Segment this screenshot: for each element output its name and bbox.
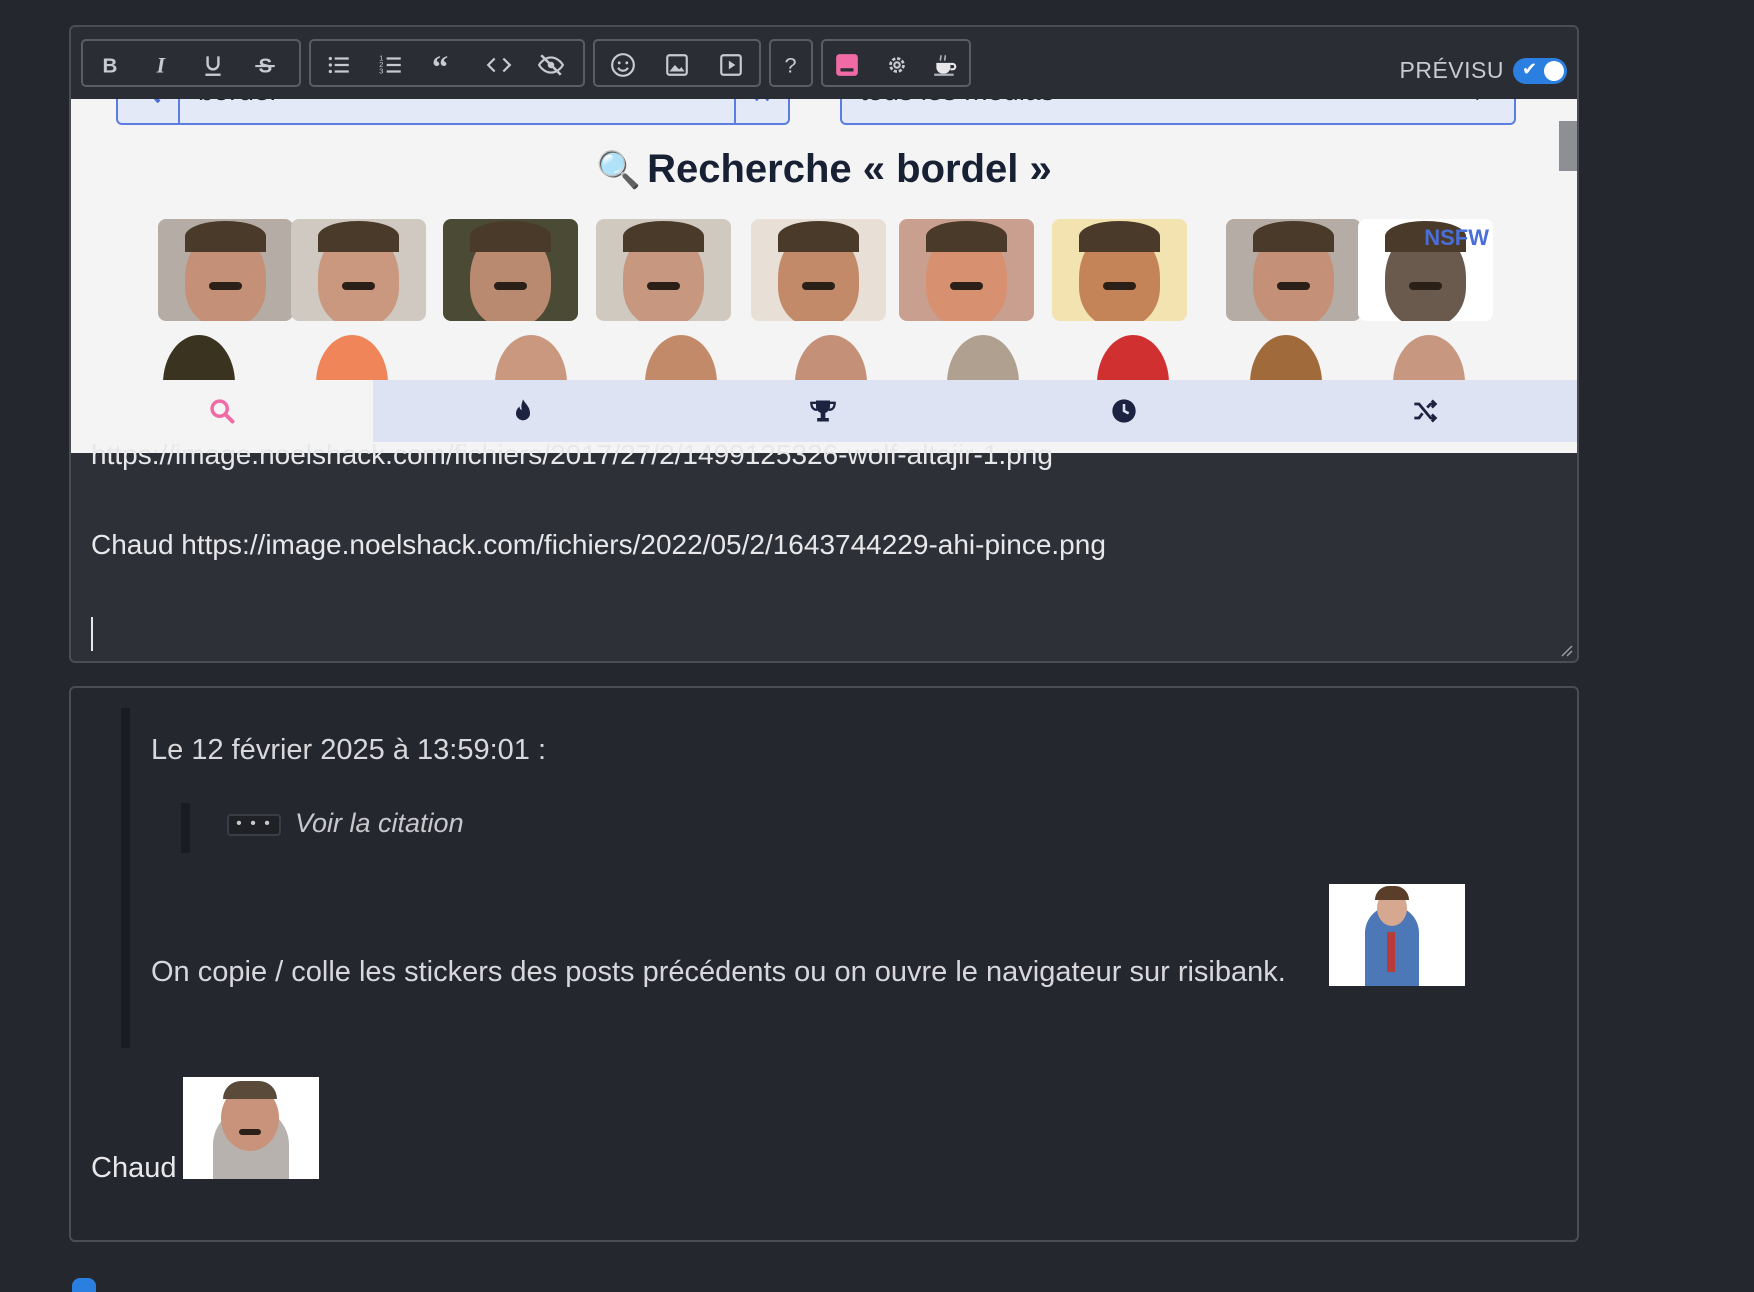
underline-icon[interactable]: [195, 48, 231, 82]
expand-quote-button[interactable]: • • •: [227, 814, 281, 836]
toolbar-group-extensions: [821, 39, 971, 87]
video-icon[interactable]: [713, 48, 749, 82]
toolbar-group-formatting: B I S: [81, 39, 301, 87]
bullet-list-icon[interactable]: [321, 48, 357, 82]
strikethrough-icon[interactable]: S: [247, 48, 283, 82]
coffee-icon[interactable]: [927, 48, 963, 82]
search-icon: [210, 399, 235, 424]
sticker-picker: bordel ✕ tous les médias ⌄ 🔍Recherche « …: [71, 99, 1577, 453]
sticker-tie: [1387, 932, 1395, 972]
clear-search-icon[interactable]: ✕: [734, 99, 788, 123]
picker-scrollbar[interactable]: [1559, 121, 1577, 171]
media-filter-value: tous les médias: [860, 99, 1055, 107]
sticker-result[interactable]: [158, 219, 293, 321]
toggle-knob: [1544, 61, 1564, 81]
tab-recent[interactable]: [973, 380, 1275, 442]
svg-text:I: I: [156, 54, 167, 78]
risibank-icon[interactable]: [829, 48, 865, 82]
sticker-search-input[interactable]: bordel ✕: [116, 99, 790, 125]
toolbar-group-media: [593, 39, 761, 87]
sticker-image-risitas[interactable]: [183, 1077, 319, 1179]
sticker-result[interactable]: [596, 219, 731, 321]
sticker-result[interactable]: [1226, 219, 1361, 321]
quote-icon[interactable]: “: [427, 48, 463, 82]
svg-text:?: ?: [785, 53, 797, 78]
clock-icon: [1112, 399, 1136, 423]
message-preview: Le 12 février 2025 à 13:59:01 : • • • Vo…: [69, 686, 1579, 1242]
help-icon[interactable]: ?: [773, 48, 809, 82]
image-icon[interactable]: [659, 48, 695, 82]
media-filter-select[interactable]: tous les médias ⌄: [840, 99, 1516, 125]
message-editor: B I S 123 “ ? PRÉVISU ✔ 🔍 Recherche « bo…: [69, 25, 1579, 663]
bottom-partial-icon: [72, 1278, 96, 1292]
quote-header: Le 12 février 2025 à 13:59:01 :: [151, 734, 547, 766]
sticker-mustache: [239, 1129, 261, 1135]
svg-text:3: 3: [379, 67, 383, 76]
trophy-icon: [810, 400, 836, 422]
chevron-down-icon: ⌄: [1471, 99, 1484, 105]
quote-bar: [121, 708, 130, 1048]
gear-icon[interactable]: [879, 48, 915, 82]
nsfw-badge: NSFW: [1424, 225, 1489, 250]
preview-toggle[interactable]: ✔: [1513, 58, 1567, 84]
sticker-result[interactable]: [1052, 219, 1187, 321]
quote-text: On copie / colle les stickers des posts …: [151, 956, 1286, 988]
bold-icon[interactable]: B: [91, 48, 127, 82]
svg-text:B: B: [103, 55, 118, 78]
sticker-result[interactable]: [443, 219, 578, 321]
shuffle-icon: [1414, 399, 1438, 423]
magnifier-icon: 🔍: [596, 149, 642, 190]
textarea-line-1[interactable]: https://image.noelshack.com/fichiers/201…: [91, 439, 1053, 471]
smiley-icon[interactable]: [605, 48, 641, 82]
sticker-result[interactable]: [751, 219, 886, 321]
resize-handle-icon[interactable]: [1559, 643, 1573, 657]
textarea-line-2[interactable]: Chaud https://image.noelshack.com/fichie…: [91, 529, 1106, 561]
preview-label: PRÉVISU: [1399, 57, 1504, 83]
tab-random[interactable]: [1275, 380, 1577, 442]
sticker-result[interactable]: [291, 219, 426, 321]
nested-quote-bar: [181, 803, 190, 853]
tab-search[interactable]: [71, 380, 373, 442]
search-value: bordel: [198, 99, 276, 107]
tab-top[interactable]: [673, 380, 973, 442]
sticker-hair: [223, 1081, 277, 1099]
sticker-result[interactable]: [899, 219, 1034, 321]
sticker-result[interactable]: NSFW: [1358, 219, 1493, 321]
text-caret: [91, 617, 93, 651]
reply-text: Chaud: [91, 1152, 177, 1184]
check-icon: ✔: [1522, 59, 1538, 79]
see-quote-link[interactable]: Voir la citation: [295, 808, 464, 839]
editor-toolbar: B I S 123 “ ? PRÉVISU ✔: [71, 27, 1577, 99]
italic-icon[interactable]: I: [143, 48, 179, 82]
svg-text:“: “: [432, 52, 448, 78]
fire-icon: [516, 399, 530, 421]
code-icon[interactable]: [481, 48, 517, 82]
sticker-hair: [1375, 886, 1409, 900]
toolbar-group-blocks: 123 “: [309, 39, 585, 87]
numbered-list-icon[interactable]: 123: [373, 48, 409, 82]
picker-tabs: [71, 380, 1577, 442]
picker-title: 🔍 Recherche « bordel »: [71, 147, 1577, 192]
toolbar-group-help: ?: [769, 39, 813, 87]
spoiler-icon[interactable]: [533, 48, 569, 82]
tab-hot[interactable]: [373, 380, 673, 442]
picker-title-text: Recherche « bordel »: [647, 147, 1052, 191]
search-icon: [118, 99, 180, 123]
sticker-image-dicaprio[interactable]: [1329, 884, 1465, 986]
